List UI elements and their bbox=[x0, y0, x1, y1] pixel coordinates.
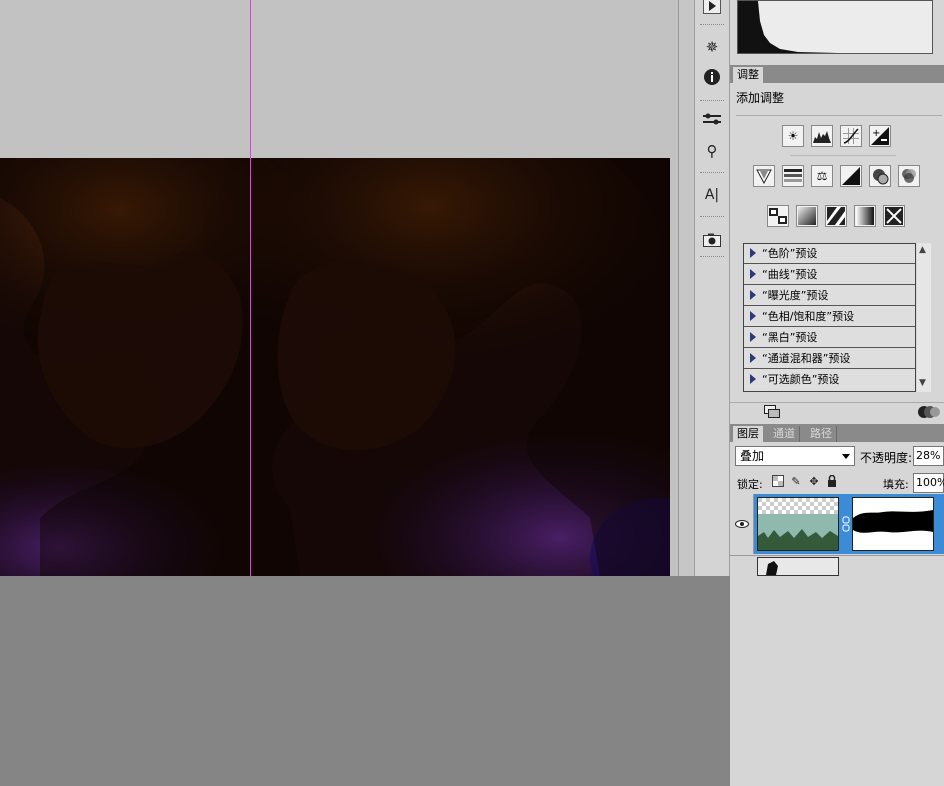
svg-text:+: + bbox=[872, 128, 880, 139]
expand-triangle-icon bbox=[750, 374, 756, 384]
lock-label: 锁定: bbox=[737, 478, 763, 491]
histogram-preview bbox=[737, 0, 933, 54]
expand-triangle-icon bbox=[750, 248, 756, 258]
visibility-eye-icon[interactable] bbox=[730, 494, 754, 554]
navigator-icon[interactable]: ✵ bbox=[700, 36, 724, 58]
mask-link-icon[interactable] bbox=[842, 516, 850, 532]
lock-transparency-icon[interactable] bbox=[771, 474, 785, 488]
scroll-down-icon[interactable]: ▼ bbox=[919, 378, 926, 388]
selective-color-icon[interactable] bbox=[883, 205, 905, 227]
right-panel bbox=[730, 0, 944, 786]
vertical-guide-line[interactable] bbox=[250, 0, 251, 576]
expand-triangle-icon bbox=[750, 353, 756, 363]
list-item[interactable]: “色阶”预设 bbox=[744, 244, 915, 264]
list-item[interactable]: “黑白”预设 bbox=[744, 328, 915, 348]
tab-adjustments[interactable]: 调整 bbox=[733, 67, 763, 83]
black-white-icon[interactable] bbox=[840, 165, 862, 187]
divider bbox=[736, 115, 942, 116]
blend-mode-select[interactable]: 叠加 bbox=[735, 446, 855, 466]
opacity-label: 不透明度: bbox=[860, 451, 913, 465]
list-item[interactable]: “曲线”预设 bbox=[744, 265, 915, 285]
list-item[interactable]: “通道混和器”预设 bbox=[744, 349, 915, 369]
character-icon[interactable]: A| bbox=[700, 184, 724, 206]
curves-icon[interactable] bbox=[840, 125, 862, 147]
chevron-down-icon bbox=[842, 454, 850, 459]
brightness-icon[interactable]: ☀ bbox=[782, 125, 804, 147]
threshold-icon[interactable] bbox=[825, 205, 847, 227]
view-options-icon[interactable] bbox=[918, 405, 940, 422]
gradient-map-icon[interactable] bbox=[854, 205, 876, 227]
preset-list-scrollbar[interactable]: ▲ ▼ bbox=[917, 243, 931, 392]
pasteboard-right bbox=[670, 158, 678, 576]
color-balance-icon[interactable]: ⚖ bbox=[811, 165, 833, 187]
lock-pixels-icon[interactable]: ✎ bbox=[789, 474, 803, 488]
pasteboard bbox=[0, 0, 678, 158]
layer-mask-thumbnail[interactable] bbox=[852, 497, 934, 551]
tab-paths[interactable]: 路径 bbox=[806, 426, 837, 442]
list-item[interactable]: “曝光度”预设 bbox=[744, 286, 915, 306]
adjustments-footer bbox=[730, 402, 944, 423]
opacity-input[interactable]: 28% bbox=[913, 446, 944, 466]
scroll-up-icon[interactable]: ▲ bbox=[919, 245, 926, 255]
exposure-icon[interactable]: + bbox=[869, 125, 891, 147]
snapshot-icon[interactable] bbox=[700, 229, 724, 251]
document-canvas[interactable] bbox=[0, 158, 670, 576]
expand-triangle-icon bbox=[750, 290, 756, 300]
hue-saturation-icon[interactable] bbox=[782, 165, 804, 187]
photo-filter-icon[interactable] bbox=[869, 165, 891, 187]
clone-source-icon[interactable]: ⚲ bbox=[700, 140, 724, 162]
tab-layers[interactable]: 图层 bbox=[733, 426, 763, 442]
lock-position-icon[interactable]: ✥ bbox=[807, 474, 821, 488]
brush-preset-icon[interactable] bbox=[700, 108, 724, 130]
invert-icon[interactable] bbox=[767, 205, 789, 227]
canvas-artwork bbox=[0, 158, 670, 576]
list-item[interactable]: “色相/饱和度”预设 bbox=[744, 307, 915, 327]
vibrance-icon[interactable] bbox=[753, 165, 775, 187]
layer-thumbnail[interactable] bbox=[757, 497, 839, 551]
workspace-background bbox=[0, 576, 730, 786]
layers-tabbar: 图层 通道 路径 bbox=[730, 424, 944, 442]
play-icon[interactable] bbox=[700, 0, 724, 17]
lock-all-icon[interactable] bbox=[825, 474, 839, 488]
clip-to-layer-icon[interactable] bbox=[764, 405, 780, 422]
expand-triangle-icon bbox=[750, 269, 756, 279]
posterize-icon[interactable] bbox=[796, 205, 818, 227]
document-scrollbar[interactable] bbox=[678, 0, 695, 576]
layer-thumbnail[interactable] bbox=[757, 557, 839, 576]
expand-triangle-icon bbox=[750, 332, 756, 342]
adjustments-title: 添加调整 bbox=[736, 91, 785, 105]
channel-mixer-icon[interactable] bbox=[898, 165, 920, 187]
tab-channels[interactable]: 通道 bbox=[769, 426, 800, 442]
panel-icon-dock: ✵ ⚲ A| bbox=[694, 0, 730, 576]
fill-label: 填充: bbox=[883, 478, 909, 491]
info-icon[interactable] bbox=[700, 66, 724, 88]
adjustment-preset-list: “色阶”预设 “曲线”预设 “曝光度”预设 “色相/饱和度”预设 “黑白”预设 … bbox=[743, 243, 916, 392]
adjustments-tabbar: 调整 bbox=[730, 65, 944, 83]
fill-input[interactable]: 100% bbox=[913, 473, 944, 493]
list-item[interactable]: “可选颜色”预设 bbox=[744, 370, 915, 390]
levels-icon[interactable] bbox=[811, 125, 833, 147]
blend-mode-value: 叠加 bbox=[740, 449, 765, 463]
expand-triangle-icon bbox=[750, 311, 756, 321]
